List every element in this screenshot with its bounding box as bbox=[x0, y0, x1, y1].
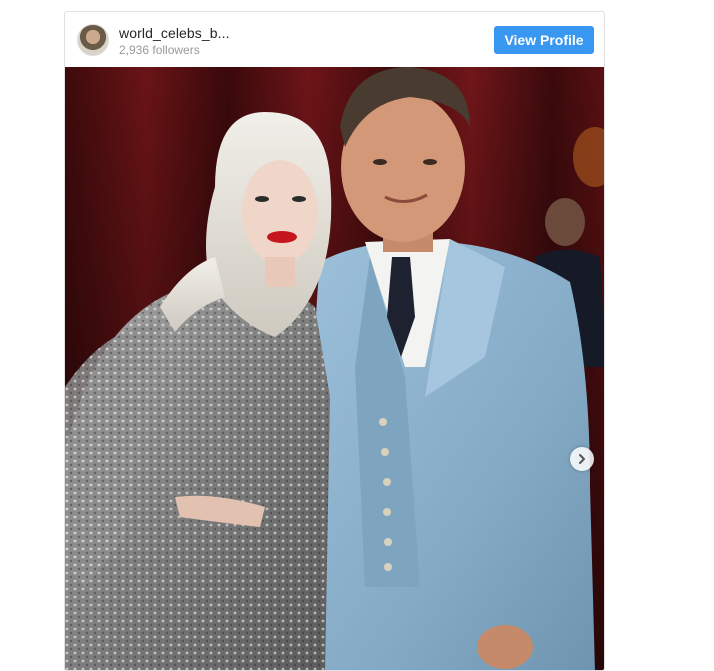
post-header: world_celebs_b... 2,936 followers View P… bbox=[65, 12, 604, 68]
chevron-right-icon bbox=[579, 454, 585, 464]
instagram-embed-card: world_celebs_b... 2,936 followers View P… bbox=[64, 11, 605, 671]
carousel-next-button[interactable] bbox=[570, 447, 594, 471]
username[interactable]: world_celebs_b... bbox=[119, 25, 230, 41]
post-photo[interactable] bbox=[65, 67, 604, 670]
follower-count: 2,936 followers bbox=[119, 43, 200, 57]
photo-illustration bbox=[65, 67, 604, 670]
avatar[interactable] bbox=[77, 24, 109, 56]
view-profile-button[interactable]: View Profile bbox=[494, 26, 594, 54]
